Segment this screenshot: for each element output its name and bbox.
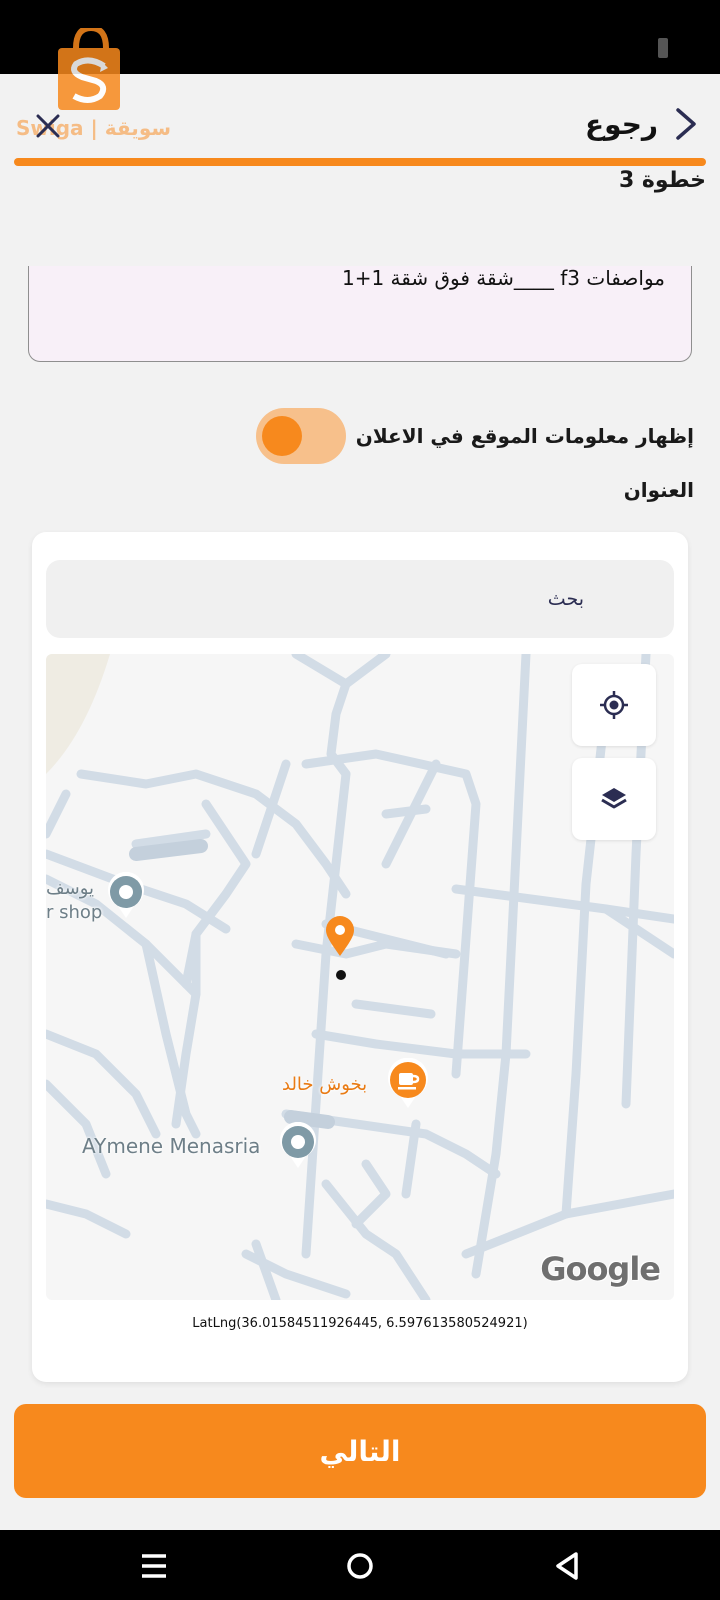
my-location-button[interactable] — [572, 664, 656, 746]
description-text: مواصفات f3 ____شقة فوق شقة 1+1 — [341, 266, 665, 290]
poi-label: AYmene Menasria — [82, 1134, 261, 1158]
poi-label: r shop — [46, 902, 103, 923]
crosshair-icon — [600, 691, 628, 719]
navigation-bar — [0, 1530, 720, 1600]
map-view[interactable]: يوسف r shop بخوش خالد AYmene Menasria Go… — [46, 654, 674, 1300]
show-location-row: إظهار معلومات الموقع في الاعلان — [255, 408, 694, 464]
location-dot — [336, 970, 346, 980]
address-card: يوسف r shop بخوش خالد AYmene Menasria Go… — [32, 532, 688, 1382]
back-button[interactable]: رجوع — [585, 104, 698, 144]
address-label: العنوان — [623, 478, 694, 502]
poi-pin-icon — [108, 872, 144, 918]
menu-icon — [142, 1554, 166, 1578]
search-input[interactable] — [46, 560, 674, 638]
map-roads — [46, 654, 674, 1300]
poi-label: يوسف — [46, 878, 95, 899]
selected-location-pin-icon — [326, 916, 354, 956]
menu-nav-button[interactable] — [134, 1546, 174, 1586]
shopping-bag-logo-icon — [58, 24, 120, 110]
layers-icon — [601, 788, 627, 809]
back-label: رجوع — [585, 107, 658, 141]
latlng-text: LatLng(36.01584511926445, 6.597613580524… — [192, 1316, 528, 1331]
step-label: خطوة 3 — [618, 168, 706, 193]
cafe-pin-icon — [388, 1058, 428, 1108]
poi-pin-icon — [280, 1122, 316, 1168]
next-button[interactable]: التالي — [14, 1404, 706, 1498]
home-nav-button[interactable] — [340, 1546, 380, 1586]
toggle-knob — [261, 416, 302, 456]
battery-icon — [658, 38, 668, 58]
close-button[interactable] — [30, 108, 66, 144]
close-icon — [36, 114, 60, 138]
search-box[interactable] — [46, 560, 674, 638]
show-location-toggle[interactable] — [255, 408, 346, 464]
back-triangle-icon — [556, 1552, 578, 1580]
back-nav-button[interactable] — [548, 1546, 588, 1586]
chevron-right-icon — [676, 108, 696, 140]
poi-label: بخوش خالد — [282, 1074, 368, 1095]
google-logo: Google — [540, 1250, 661, 1288]
home-circle-icon — [347, 1553, 373, 1579]
progress-bar — [14, 158, 706, 166]
layers-button[interactable] — [572, 758, 656, 840]
description-textarea[interactable]: مواصفات f3 ____شقة فوق شقة 1+1 — [28, 266, 692, 362]
show-location-label: إظهار معلومات الموقع في الاعلان — [355, 424, 694, 448]
